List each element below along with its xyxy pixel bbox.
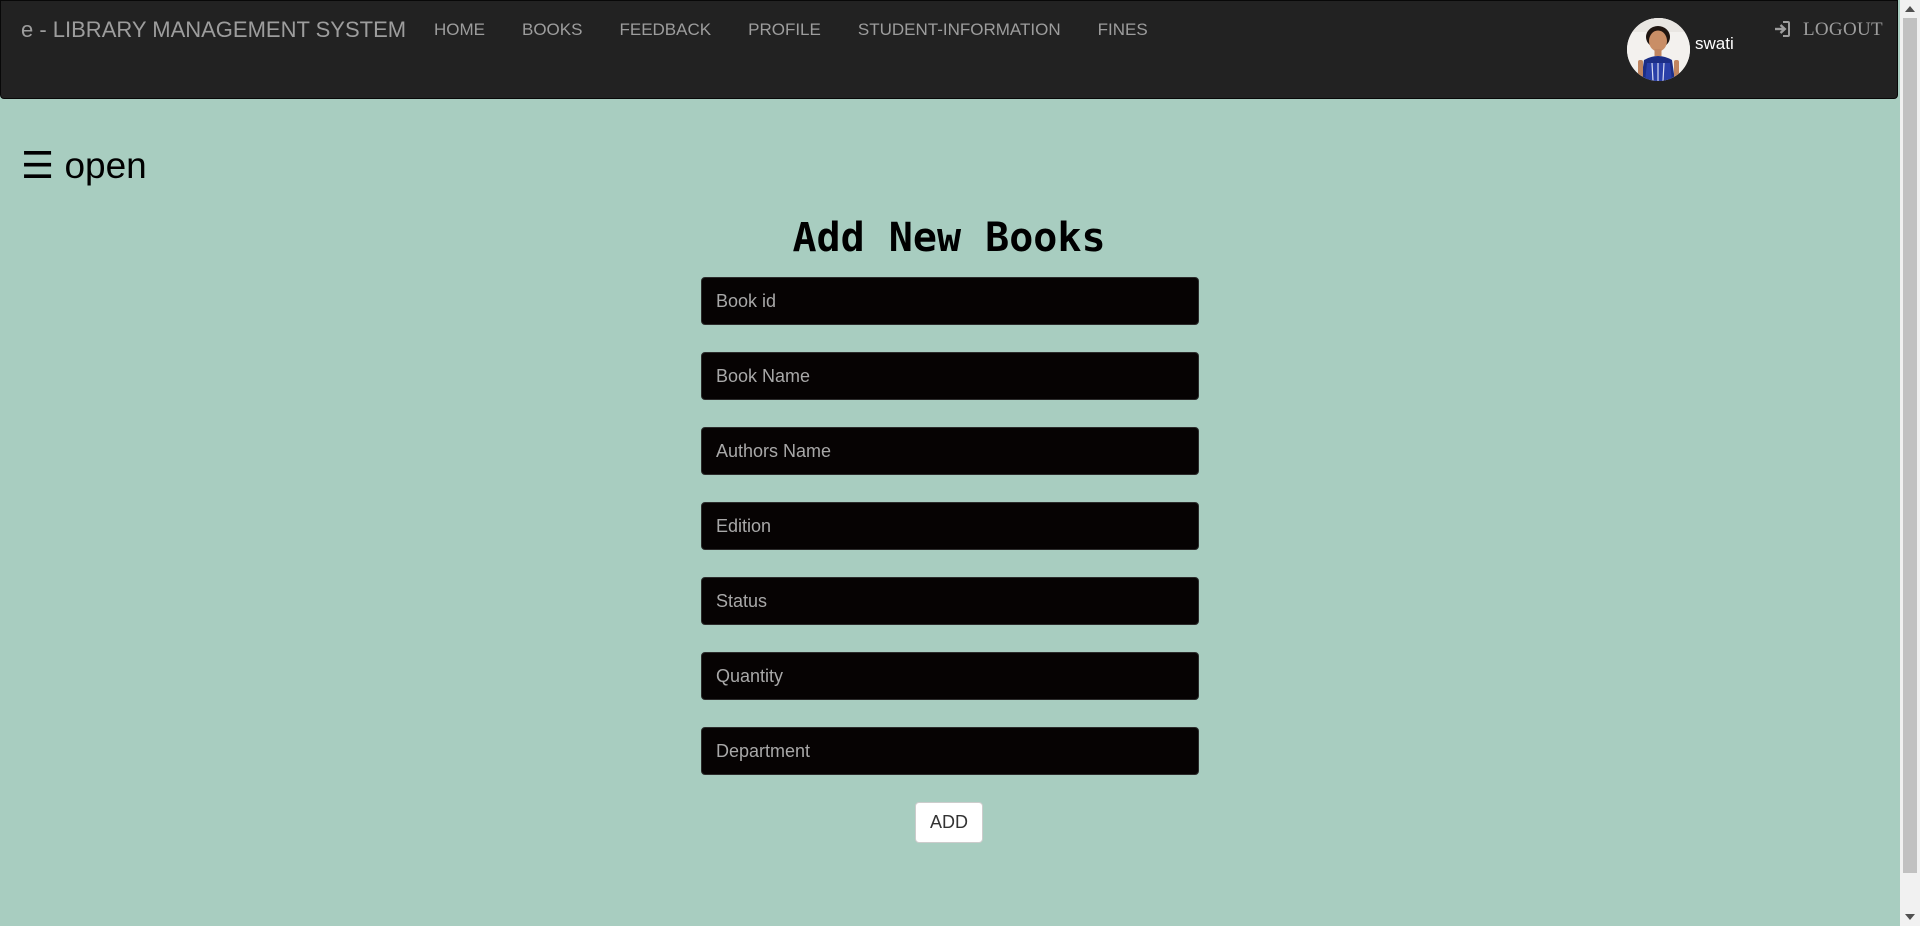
- scroll-down-arrow-icon[interactable]: [1905, 914, 1915, 920]
- edition-input[interactable]: [701, 502, 1199, 550]
- page: e - LIBRARY MANAGEMENT SYSTEM HOME BOOKS…: [0, 0, 1920, 926]
- vertical-scrollbar[interactable]: [1900, 0, 1920, 926]
- user-photo-icon: [1627, 18, 1690, 81]
- quantity-input[interactable]: [701, 652, 1199, 700]
- top-navbar: e - LIBRARY MANAGEMENT SYSTEM HOME BOOKS…: [0, 0, 1898, 99]
- log-in-arrow-icon: [1775, 21, 1790, 37]
- nav-item-feedback[interactable]: FEEDBACK: [619, 20, 711, 40]
- nav-item-profile[interactable]: PROFILE: [748, 20, 821, 40]
- avatar[interactable]: [1627, 18, 1690, 81]
- logout-label: LOGOUT: [1803, 19, 1883, 40]
- sidebar-open-toggle[interactable]: ☰ open: [21, 147, 147, 184]
- user-menu[interactable]: swati: [1627, 18, 1734, 81]
- authors-name-input[interactable]: [701, 427, 1199, 475]
- department-input[interactable]: [701, 727, 1199, 775]
- scrollbar-thumb[interactable]: [1903, 18, 1917, 873]
- user-name[interactable]: swati: [1695, 34, 1734, 54]
- status-input[interactable]: [701, 577, 1199, 625]
- add-button[interactable]: ADD: [915, 802, 983, 843]
- book-id-input[interactable]: [701, 277, 1199, 325]
- logout-link[interactable]: LOGOUT: [1772, 19, 1883, 41]
- form-title: Add New Books: [792, 215, 1106, 261]
- nav-item-student-information[interactable]: STUDENT-INFORMATION: [858, 20, 1061, 40]
- book-name-input[interactable]: [701, 352, 1199, 400]
- scroll-up-arrow-icon[interactable]: [1905, 6, 1915, 12]
- nav-menu: HOME BOOKS FEEDBACK PROFILE STUDENT-INFO…: [434, 20, 1185, 40]
- nav-item-home[interactable]: HOME: [434, 20, 485, 40]
- nav-item-books[interactable]: BOOKS: [522, 20, 582, 40]
- nav-item-fines[interactable]: FINES: [1098, 20, 1148, 40]
- sidebar-open-label: open: [64, 145, 147, 186]
- brand-link[interactable]: e - LIBRARY MANAGEMENT SYSTEM: [21, 17, 406, 43]
- hamburger-icon: ☰: [21, 145, 55, 186]
